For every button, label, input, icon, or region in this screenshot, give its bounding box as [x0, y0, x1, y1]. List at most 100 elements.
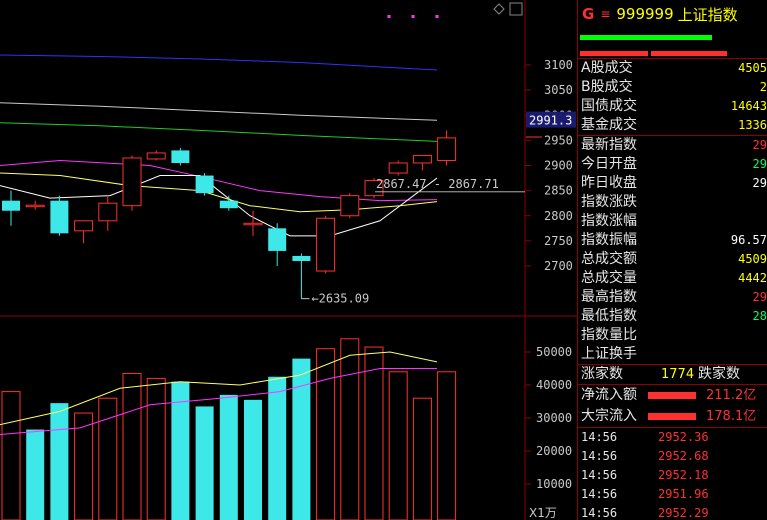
range-annotation-label: 2867.47 - 2867.71 [376, 177, 499, 191]
stat-label: 总成交额 [581, 251, 637, 267]
stat-value: 1336 [738, 118, 767, 132]
tick-time: 14:56 [581, 449, 618, 463]
price-tick-label: 2850 [544, 184, 573, 198]
volume-bar [268, 376, 287, 520]
tick-price: 2952.18 [658, 468, 709, 482]
price-tick-label: 3050 [544, 83, 573, 97]
tick-time: 14:56 [581, 468, 618, 482]
current-price-label: 2991.3 [529, 114, 572, 128]
volume-bar [195, 406, 214, 520]
volume-unit-label: X1万 [529, 506, 557, 520]
stat-label: 指数涨跌 [581, 194, 637, 210]
stat-row: 总成交量 4442 [578, 269, 767, 288]
stat-row: 指数振幅 96.57 [578, 231, 767, 250]
stat-label: 指数振幅 [581, 232, 637, 248]
volume-tick-label: 40000 [536, 378, 572, 392]
flow-row: 大宗流入 178.1亿 [578, 406, 767, 427]
price-tick-label: 2800 [544, 209, 573, 223]
tick-row[interactable]: 14:56 2951.96 [578, 485, 767, 504]
volume-tick-label: 50000 [536, 345, 572, 359]
group-marker[interactable]: G [582, 5, 594, 23]
stat-value: 29 [752, 157, 767, 171]
candle-body [122, 157, 142, 207]
tick-row[interactable]: 14:56 2952.36 [578, 428, 767, 447]
candle-body [412, 154, 432, 164]
candle-body [74, 220, 94, 232]
header-bars [578, 28, 767, 58]
volume-bar [437, 371, 457, 520]
flow-value: 211.2亿 [706, 388, 757, 403]
price-tick-label: 3100 [544, 58, 573, 72]
tick-row[interactable]: 14:56 2952.18 [578, 466, 767, 485]
turnover-stats: A股成交 4505 B股成交 2 国债成交 14643 基金成交 1336 [578, 59, 767, 135]
indicator-dot [411, 15, 415, 18]
stat-row: 最低指数 28 [578, 307, 767, 326]
tick-row[interactable]: 14:56 2952.29 [578, 504, 767, 520]
candle-body [340, 195, 360, 217]
stat-label: 总成交量 [581, 270, 637, 286]
ma-line [0, 102, 438, 121]
stat-label: 国债成交 [581, 98, 637, 114]
ma-line [0, 54, 438, 71]
flow-bar [648, 413, 696, 420]
volume-bar [26, 429, 45, 520]
stat-row: 国债成交 14643 [578, 97, 767, 116]
diamond-icon [493, 3, 505, 15]
stat-row: 昨日收盘 29 [578, 174, 767, 193]
stat-value: 2 [759, 80, 767, 94]
price-tick-label: 2700 [544, 259, 573, 273]
kline-chart[interactable]: 3100305030002950290028502800275027005000… [0, 0, 577, 520]
volume-bar [364, 346, 384, 520]
stat-value: 29 [752, 290, 767, 304]
tick-price: 2952.36 [658, 430, 709, 444]
volume-bar [340, 338, 360, 520]
tick-list[interactable]: 14:56 2952.36 14:56 2952.68 14:56 2952.18 14:5… [578, 428, 767, 520]
volume-bar [292, 358, 311, 520]
stat-row: 上证换手 [578, 345, 767, 364]
stat-row: 指数量比 [578, 326, 767, 345]
header-bar [580, 35, 607, 40]
kline-svg[interactable]: 3100305030002950290028502800275027005000… [0, 0, 577, 520]
volume-bar [244, 399, 262, 520]
indicator-dot [435, 15, 439, 18]
volume-bar [50, 403, 69, 520]
tick-price: 2952.68 [658, 449, 709, 463]
stat-label: 基金成交 [581, 117, 637, 133]
tick-time: 14:56 [581, 430, 618, 444]
candle-body [25, 204, 45, 208]
candle-body [195, 175, 214, 194]
decline-label: 跌家数 [698, 366, 740, 382]
stat-label: 上证换手 [581, 346, 637, 362]
stat-label: 指数涨幅 [581, 213, 637, 229]
candle-body [292, 255, 311, 261]
stat-row: 最新指数 29 [578, 136, 767, 155]
index-stats: 最新指数 29 今日开盘 29 昨日收盘 29 指数涨跌 指数涨幅 指数振幅 96.57 总成交额 4… [578, 136, 767, 364]
volume-bar [146, 377, 166, 520]
stat-value: 96.57 [730, 233, 767, 247]
menu-icon[interactable]: ≡ [600, 7, 610, 21]
tick-time: 14:56 [581, 487, 618, 501]
stat-value: 4505 [738, 61, 767, 75]
stat-value: 4509 [738, 252, 767, 266]
stat-label: 昨日收盘 [581, 175, 637, 191]
volume-tick-label: 20000 [536, 444, 572, 458]
flow-label: 大宗流入 [581, 408, 637, 424]
indicator-dot [387, 15, 391, 18]
candle-body [268, 228, 287, 251]
stat-label: A股成交 [581, 60, 633, 76]
tick-price: 2952.29 [658, 506, 709, 520]
window-box-icon [509, 2, 523, 16]
advance-count: 1774 [661, 367, 695, 382]
volume-bar [122, 372, 142, 520]
volume-bar [74, 412, 94, 520]
candle-body [50, 200, 69, 234]
stat-row: 最高指数 29 [578, 288, 767, 307]
header-bar [651, 51, 727, 56]
stat-label: 指数量比 [581, 327, 637, 343]
stat-row: 基金成交 1336 [578, 116, 767, 135]
advance-decline-row: 涨家数 1774 跌家数 [578, 365, 767, 384]
index-code: 999999 [616, 5, 674, 23]
flow-row: 净流入额 211.2亿 [578, 385, 767, 406]
tick-row[interactable]: 14:56 2952.68 [578, 447, 767, 466]
candle-body [316, 217, 336, 272]
